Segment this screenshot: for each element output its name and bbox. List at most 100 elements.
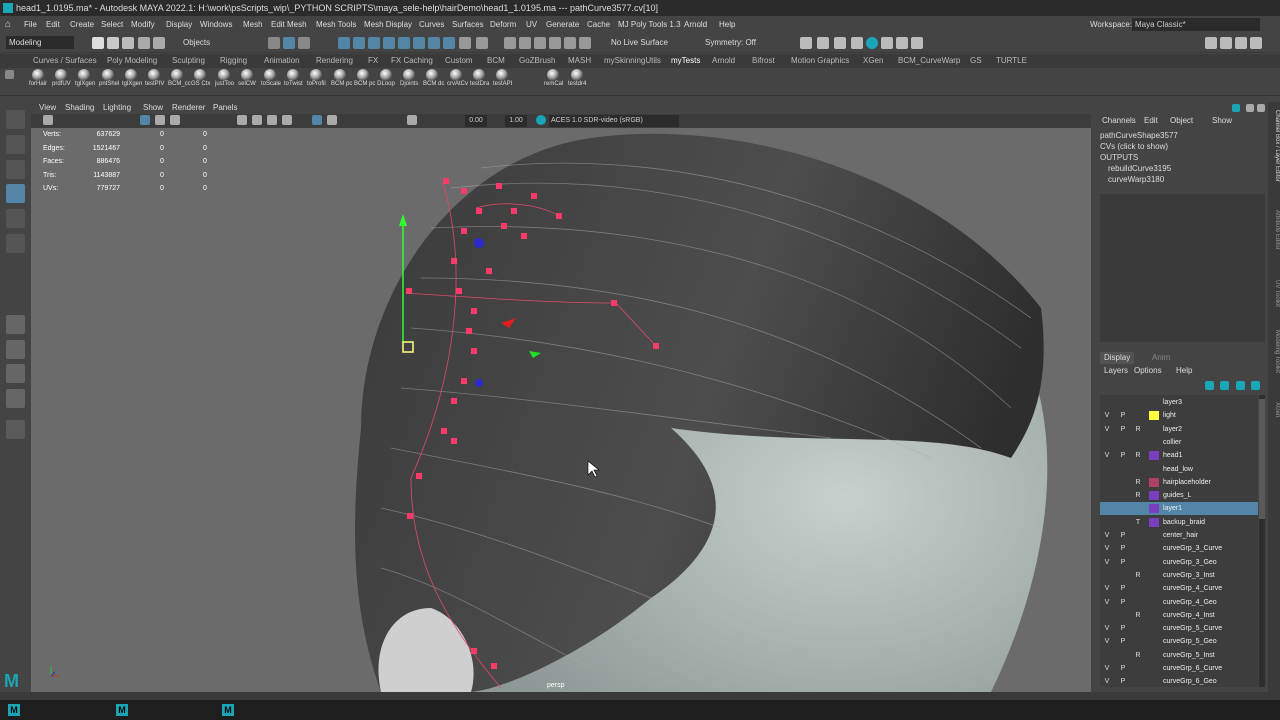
outliner-layout-icon[interactable] <box>6 389 25 408</box>
select-tool-icon[interactable] <box>6 110 25 129</box>
select-hierarchy-icon[interactable] <box>268 37 280 49</box>
layer-row-curvegrp-4-curve[interactable]: V PcurveGrp_4_Curve <box>1100 582 1258 595</box>
shelf-button-17[interactable]: BCM dc <box>423 69 444 87</box>
panel-dock-icon[interactable] <box>1232 104 1240 112</box>
arnold-render-icon[interactable] <box>896 37 908 49</box>
layer-playback-toggle[interactable]: P <box>1117 675 1129 687</box>
shelf-tab-fx-caching[interactable]: FX Caching <box>391 54 433 68</box>
layer-row-curvegrp-3-inst[interactable]: RcurveGrp_3_Inst <box>1100 569 1258 582</box>
menu-file[interactable]: File <box>24 16 37 33</box>
gamma-field[interactable]: 1.00 <box>505 115 527 127</box>
layer-row-curvegrp-5-geo[interactable]: V PcurveGrp_5_Geo <box>1100 635 1258 648</box>
snap-view-icon[interactable] <box>549 37 561 49</box>
layer-playback-toggle[interactable]: P <box>1117 635 1129 648</box>
select-component-icon[interactable] <box>298 37 310 49</box>
shelf-button-9[interactable]: selCW <box>238 69 256 87</box>
shelf-tab-sculpting[interactable]: Sculpting <box>172 54 205 68</box>
layer-row-curvegrp-6-geo[interactable]: V PcurveGrp_6_Geo <box>1100 675 1258 687</box>
channel-box-menu-show[interactable]: Show <box>1212 116 1232 125</box>
layer-row-curvegrp-4-inst[interactable]: RcurveGrp_4_Inst <box>1100 609 1258 622</box>
layer-color-swatch[interactable] <box>1149 611 1159 620</box>
layer-color-swatch[interactable] <box>1149 677 1159 686</box>
resolution-gate-icon[interactable] <box>170 115 180 125</box>
mask-curve-icon[interactable] <box>398 37 410 49</box>
shelf-tab-motion-graphics[interactable]: Motion Graphics <box>791 54 849 68</box>
shelf-tab-mytests[interactable]: myTests <box>671 54 700 68</box>
gamma-icon[interactable] <box>407 115 417 125</box>
layer-visibility-toggle[interactable]: V <box>1101 662 1113 675</box>
mask-edge-icon[interactable] <box>353 37 365 49</box>
layer-display-type-toggle[interactable]: R <box>1132 476 1144 489</box>
ipr-icon[interactable] <box>851 37 863 49</box>
layer-color-swatch[interactable] <box>1149 504 1159 514</box>
layer-playback-toggle[interactable]: P <box>1117 529 1129 542</box>
render-view-icon[interactable] <box>817 37 829 49</box>
viewport-3d[interactable]: Verts: 637629 0 0 Edges: 1521467 0 0 Faces: 88647… <box>31 128 1091 692</box>
shelf-button-4[interactable]: tglXgen <box>122 69 142 87</box>
film-gate-icon[interactable] <box>155 115 165 125</box>
side-tab-xgen[interactable]: XGen <box>1268 402 1280 417</box>
save-scene-icon[interactable] <box>122 37 134 49</box>
layer-color-swatch[interactable] <box>1149 544 1159 553</box>
layer-row-head1[interactable]: V P Rhead1 <box>1100 449 1258 462</box>
shelf-button-6[interactable]: BCM_cc <box>168 69 191 87</box>
pause-icon[interactable] <box>911 37 923 49</box>
layer-visibility-toggle[interactable]: V <box>1101 556 1113 569</box>
mask-uv-icon[interactable] <box>383 37 395 49</box>
shelf-tab-gs[interactable]: GS <box>970 54 982 68</box>
taskbar-maya-icon-3[interactable]: M <box>222 704 234 716</box>
render-frame-icon[interactable] <box>800 37 812 49</box>
textured-icon[interactable] <box>267 115 277 125</box>
shelf-button-13[interactable]: BCM pc <box>331 69 352 87</box>
panel-float-icon[interactable] <box>1246 104 1254 112</box>
shelf-button-12[interactable]: toProfil <box>307 69 326 87</box>
shelf-button-5[interactable]: testPIV <box>145 69 164 87</box>
shelf-button-10[interactable]: toScale <box>261 69 281 87</box>
undo-icon[interactable] <box>138 37 150 49</box>
shelf-tab-bifrost[interactable]: Bifrost <box>752 54 775 68</box>
menu-help[interactable]: Help <box>719 16 735 33</box>
home-icon[interactable]: ⌂ <box>5 19 16 30</box>
shelf-tab-rendering[interactable]: Rendering <box>316 54 353 68</box>
shelf-button-14[interactable]: BCM pc <box>354 69 375 87</box>
layer-row-guides-l[interactable]: Rguides_L <box>1100 489 1258 502</box>
mask-face-icon[interactable] <box>368 37 380 49</box>
new-scene-icon[interactable] <box>92 37 104 49</box>
shelf-tab-curves-surfaces[interactable]: Curves / Surfaces <box>33 54 97 68</box>
channel-box-menu-edit[interactable]: Edit <box>1144 116 1158 125</box>
shelf-tab-turtle[interactable]: TURTLE <box>996 54 1027 68</box>
layer-playback-toggle[interactable]: P <box>1117 423 1129 436</box>
layer-row-collier[interactable]: collier <box>1100 436 1258 449</box>
viewport-menu-lighting[interactable]: Lighting <box>103 102 131 114</box>
layer-color-swatch[interactable] <box>1149 664 1159 673</box>
layer-visibility-toggle[interactable]: V <box>1101 449 1113 462</box>
layer-row-layer2[interactable]: V P Rlayer2 <box>1100 423 1258 436</box>
panel-close-icon[interactable] <box>1257 104 1265 112</box>
layer-row-light[interactable]: V Plight <box>1100 409 1258 422</box>
menu-mesh-tools[interactable]: Mesh Tools <box>316 16 356 33</box>
menu-arnold[interactable]: Arnold <box>684 16 707 33</box>
menu-mesh[interactable]: Mesh <box>243 16 263 33</box>
layer-playback-toggle[interactable]: P <box>1117 662 1129 675</box>
new-layer-from-selection-icon[interactable] <box>1251 381 1260 390</box>
single-pane-layout-icon[interactable] <box>6 315 25 334</box>
layer-display-type-toggle[interactable]: R <box>1132 423 1144 436</box>
menu-deform[interactable]: Deform <box>490 16 516 33</box>
layer-visibility-toggle[interactable]: V <box>1101 423 1113 436</box>
layer-row-hairplaceholder[interactable]: Rhairplaceholder <box>1100 476 1258 489</box>
viewport-menu-view[interactable]: View <box>39 102 56 114</box>
shelf-button-0[interactable]: forHair <box>29 69 47 87</box>
layer-row-layer1[interactable]: layer1 <box>1100 502 1258 516</box>
two-pane-layout-icon[interactable] <box>6 364 25 383</box>
menu-mj-poly-tools-1-3[interactable]: MJ Poly Tools 1.3 <box>618 16 681 33</box>
layer-color-swatch[interactable] <box>1149 425 1159 434</box>
layer-color-swatch[interactable] <box>1149 531 1159 540</box>
layer-row-layer3[interactable]: layer3 <box>1100 396 1258 409</box>
menu-create[interactable]: Create <box>70 16 94 33</box>
menu-edit-mesh[interactable]: Edit Mesh <box>271 16 307 33</box>
snap-curve-icon[interactable] <box>519 37 531 49</box>
isolate-select-icon[interactable] <box>312 115 322 125</box>
layer-color-swatch[interactable] <box>1149 571 1159 580</box>
render-settings-icon[interactable] <box>866 37 878 49</box>
lock-icon[interactable] <box>459 37 471 49</box>
